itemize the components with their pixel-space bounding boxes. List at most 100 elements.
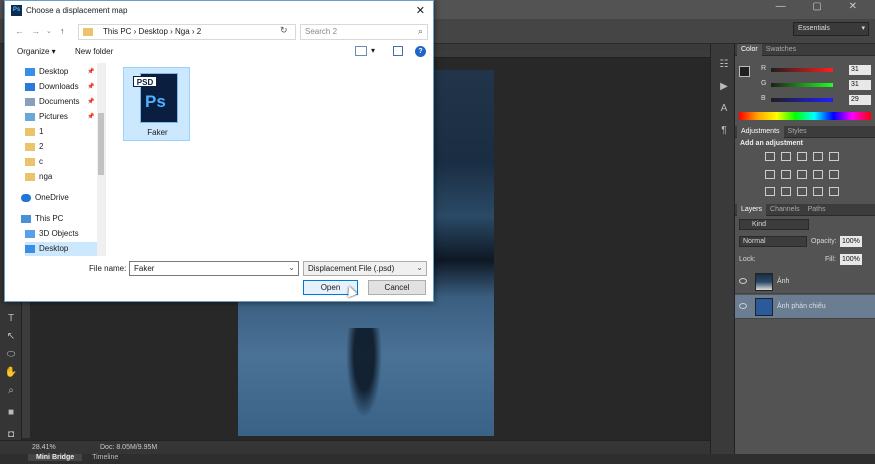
paragraph-icon[interactable]: ¶ [717, 124, 731, 138]
nav-scrollbar[interactable] [97, 63, 105, 256]
new-folder-button[interactable]: New folder [75, 47, 113, 56]
posterize-icon[interactable] [781, 187, 791, 196]
color-swatches-icon[interactable]: ■ [4, 406, 18, 420]
tab-styles[interactable]: Styles [784, 128, 811, 135]
vibrance-icon[interactable] [829, 152, 839, 161]
red-gradient[interactable] [771, 68, 833, 72]
green-gradient[interactable] [771, 83, 833, 87]
nav-item-desktop[interactable]: Desktop 📌 [25, 65, 103, 79]
chevron-down-icon[interactable]: ▾ [371, 46, 375, 55]
hand-tool-icon[interactable]: ✋ [4, 366, 18, 380]
type-tool-icon[interactable]: T [4, 312, 18, 326]
foreground-color-swatch[interactable] [739, 66, 750, 77]
window-controls[interactable]: — ▢ ✕ [776, 1, 869, 12]
threshold-icon[interactable] [797, 187, 807, 196]
photo-filter-icon[interactable] [813, 170, 823, 179]
zoom-tool-icon[interactable]: ⌕ [4, 384, 18, 398]
character-icon[interactable]: A [717, 102, 731, 116]
tab-color[interactable]: Color [737, 43, 762, 56]
hue-saturation-icon[interactable] [765, 170, 775, 179]
layer-filter-select[interactable]: Kind [739, 219, 809, 230]
history-icon[interactable]: ☷ [717, 58, 731, 72]
nav-item-3d-objects[interactable]: 3D Objects [25, 227, 103, 241]
close-icon[interactable]: ✕ [416, 4, 425, 17]
tab-timeline[interactable]: Timeline [84, 454, 126, 461]
nav-item-this-pc[interactable]: This PC [21, 212, 99, 226]
refresh-icon[interactable]: ↻ [280, 25, 288, 36]
green-value[interactable]: 31 [849, 80, 871, 90]
file-name-input[interactable]: Faker ⌄ [129, 261, 299, 276]
channel-mixer-icon[interactable] [829, 170, 839, 179]
brightness-icon[interactable] [765, 152, 775, 161]
levels-icon[interactable] [781, 152, 791, 161]
blue-gradient[interactable] [771, 98, 833, 102]
selective-color-icon[interactable] [829, 187, 839, 196]
layer-row[interactable]: Ảnh phản chiếu [735, 295, 875, 319]
nav-item-onedrive[interactable]: OneDrive [21, 191, 99, 205]
color-balance-icon[interactable] [781, 170, 791, 179]
search-input[interactable]: Search 2 ⌕ [300, 24, 428, 40]
fill-value[interactable]: 100% [840, 254, 862, 265]
path-selection-tool-icon[interactable]: ↖ [4, 330, 18, 344]
ellipse-tool-icon[interactable]: ⬭ [4, 348, 18, 362]
file-type-select[interactable]: Displacement File (.psd) ⌄ [303, 261, 427, 276]
gradient-map-icon[interactable] [813, 187, 823, 196]
exposure-icon[interactable] [813, 152, 823, 161]
tab-layers[interactable]: Layers [737, 203, 767, 216]
workspace-switcher[interactable]: Essentials [793, 22, 869, 36]
black-white-icon[interactable] [797, 170, 807, 179]
layer-row[interactable]: Ảnh [735, 270, 875, 294]
command-bar: Organize ▾ New folder ▾ ? [5, 43, 435, 61]
visibility-eye-icon[interactable] [739, 303, 747, 309]
computer-icon [21, 215, 31, 223]
recent-locations-icon[interactable]: ⌄ [46, 27, 52, 35]
blue-slider[interactable]: B 29 [761, 95, 875, 107]
nav-item-label: Desktop [39, 67, 69, 76]
forward-arrow-icon[interactable]: → [31, 26, 40, 36]
nav-item-pictures[interactable]: Pictures 📌 [25, 110, 103, 124]
dialog-title: Choose a displacement map [26, 6, 128, 15]
cancel-button[interactable]: Cancel [368, 280, 426, 295]
help-icon[interactable]: ? [415, 46, 426, 57]
folder-icon [83, 28, 93, 36]
tab-mini-bridge[interactable]: Mini Bridge [28, 454, 83, 461]
preview-pane-icon[interactable] [393, 46, 403, 56]
nav-item-label: 3D Objects [39, 229, 79, 238]
actions-icon[interactable]: ▶ [717, 80, 731, 94]
red-slider[interactable]: R 31 [761, 65, 875, 77]
opacity-value[interactable]: 100% [840, 236, 862, 247]
tab-adjustments[interactable]: Adjustments [737, 125, 784, 138]
scrollbar-thumb[interactable] [98, 113, 104, 175]
up-arrow-icon[interactable]: ↑ [60, 26, 65, 36]
nav-item-downloads[interactable]: Downloads 📌 [25, 80, 103, 94]
chevron-down-icon[interactable]: ⌄ [288, 263, 295, 272]
red-value[interactable]: 31 [849, 65, 871, 75]
tab-paths[interactable]: Paths [804, 206, 830, 213]
view-options-icon[interactable] [355, 46, 367, 56]
displacement-map-dialog: Ps Choose a displacement map ✕ ← → ⌄ ↑ T… [4, 0, 434, 302]
address-bar[interactable]: This PC › Desktop › Nga › 2 [78, 24, 296, 40]
back-arrow-icon[interactable]: ← [15, 26, 24, 36]
file-item[interactable]: PSD Ps Faker [123, 67, 190, 141]
nav-item-desktop-selected[interactable]: Desktop [25, 242, 103, 256]
nav-item-folder-c[interactable]: c [25, 155, 103, 169]
zoom-level[interactable]: 28.41% [32, 444, 56, 451]
nav-item-documents[interactable]: Documents 📌 [25, 95, 103, 109]
green-slider[interactable]: G 31 [761, 80, 875, 92]
tab-swatches[interactable]: Swatches [762, 46, 800, 53]
nav-item-folder-nga[interactable]: nga [25, 170, 103, 184]
nav-item-label: c [39, 157, 43, 166]
nav-item-folder-1[interactable]: 1 [25, 125, 103, 139]
folder-icon [25, 128, 35, 136]
tab-channels[interactable]: Channels [766, 206, 804, 213]
visibility-eye-icon[interactable] [739, 278, 747, 284]
invert-icon[interactable] [765, 187, 775, 196]
nav-item-folder-2[interactable]: 2 [25, 140, 103, 154]
curves-icon[interactable] [797, 152, 807, 161]
blend-mode-select[interactable]: Normal [739, 236, 807, 247]
psd-file-icon: PSD Ps [133, 73, 178, 123]
organize-button[interactable]: Organize ▾ [17, 47, 56, 56]
color-spectrum[interactable] [739, 112, 871, 120]
cube-icon [25, 230, 35, 238]
blue-value[interactable]: 29 [849, 95, 871, 105]
